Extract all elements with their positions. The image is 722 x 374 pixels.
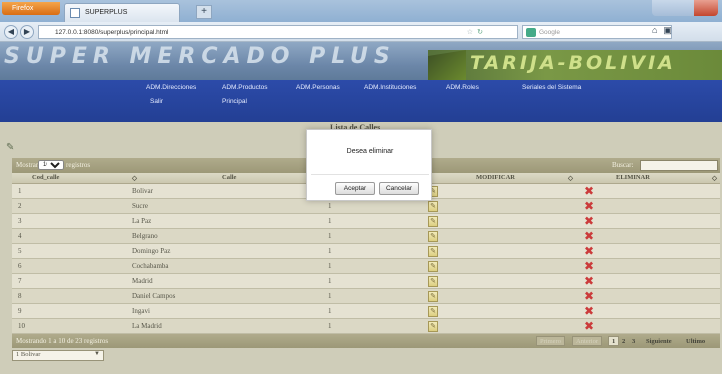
back-arrow-icon[interactable]: ◀ xyxy=(4,25,18,39)
address-bar[interactable]: 127.0.0.1:8080/superplus/principal.html … xyxy=(38,25,518,39)
firefox-menu-button[interactable]: Firefox xyxy=(2,2,60,15)
dialog-divider xyxy=(311,174,429,175)
banner-title: SUPER MERCADO PLUS xyxy=(4,44,396,69)
menu-item-roles[interactable]: ADM.Roles xyxy=(446,84,479,91)
menu-item-productos[interactable]: ADM.Productos xyxy=(222,84,268,91)
browser-navbar: ◀ ▶ 127.0.0.1:8080/superplus/principal.h… xyxy=(0,22,722,42)
window-controls[interactable] xyxy=(652,0,718,16)
browser-tab[interactable]: SUPERPLUS xyxy=(64,3,180,22)
bookmarks-icon[interactable]: ▣ xyxy=(663,25,678,35)
url-text: 127.0.0.1:8080/superplus/principal.html xyxy=(55,29,169,36)
browser-tabbar: Firefox SUPERPLUS + xyxy=(0,0,722,22)
menu-item-seriales[interactable]: Seriales del Sistema xyxy=(522,84,581,91)
menu-item-salir[interactable]: Salir xyxy=(150,98,163,105)
main-menu: ADM.Direcciones ADM.Productos ADM.Person… xyxy=(0,80,722,122)
window-close-icon[interactable] xyxy=(694,0,718,16)
accept-button[interactable]: Aceptar xyxy=(335,182,375,195)
menu-item-principal[interactable]: Principal xyxy=(222,98,247,105)
menu-item-instituciones[interactable]: ADM.Instituciones xyxy=(364,84,416,91)
menu-item-personas[interactable]: ADM.Personas xyxy=(296,84,340,91)
tab-title: SUPERPLUS xyxy=(85,9,128,16)
home-icon[interactable]: ⌂ xyxy=(652,25,663,35)
browser-search-input[interactable]: Google xyxy=(522,25,672,39)
toolbar-icons: ⌂▣ xyxy=(652,25,678,36)
reload-icon[interactable]: ↻ xyxy=(477,28,483,36)
forward-arrow-icon[interactable]: ▶ xyxy=(20,25,34,39)
confirm-delete-dialog: Desea eliminar Aceptar Cancelar xyxy=(306,129,432,201)
page-favicon-icon xyxy=(70,8,80,18)
cancel-button[interactable]: Cancelar xyxy=(379,182,419,195)
bookmark-star-icon[interactable]: ☆ xyxy=(467,28,473,36)
dialog-message: Desea eliminar xyxy=(346,148,394,155)
search-placeholder: Google xyxy=(539,29,560,36)
new-tab-button[interactable]: + xyxy=(196,5,212,19)
search-engine-icon[interactable] xyxy=(526,28,536,37)
site-banner: SUPER MERCADO PLUS xyxy=(0,42,722,82)
menu-item-direcciones[interactable]: ADM.Direcciones xyxy=(146,84,196,91)
